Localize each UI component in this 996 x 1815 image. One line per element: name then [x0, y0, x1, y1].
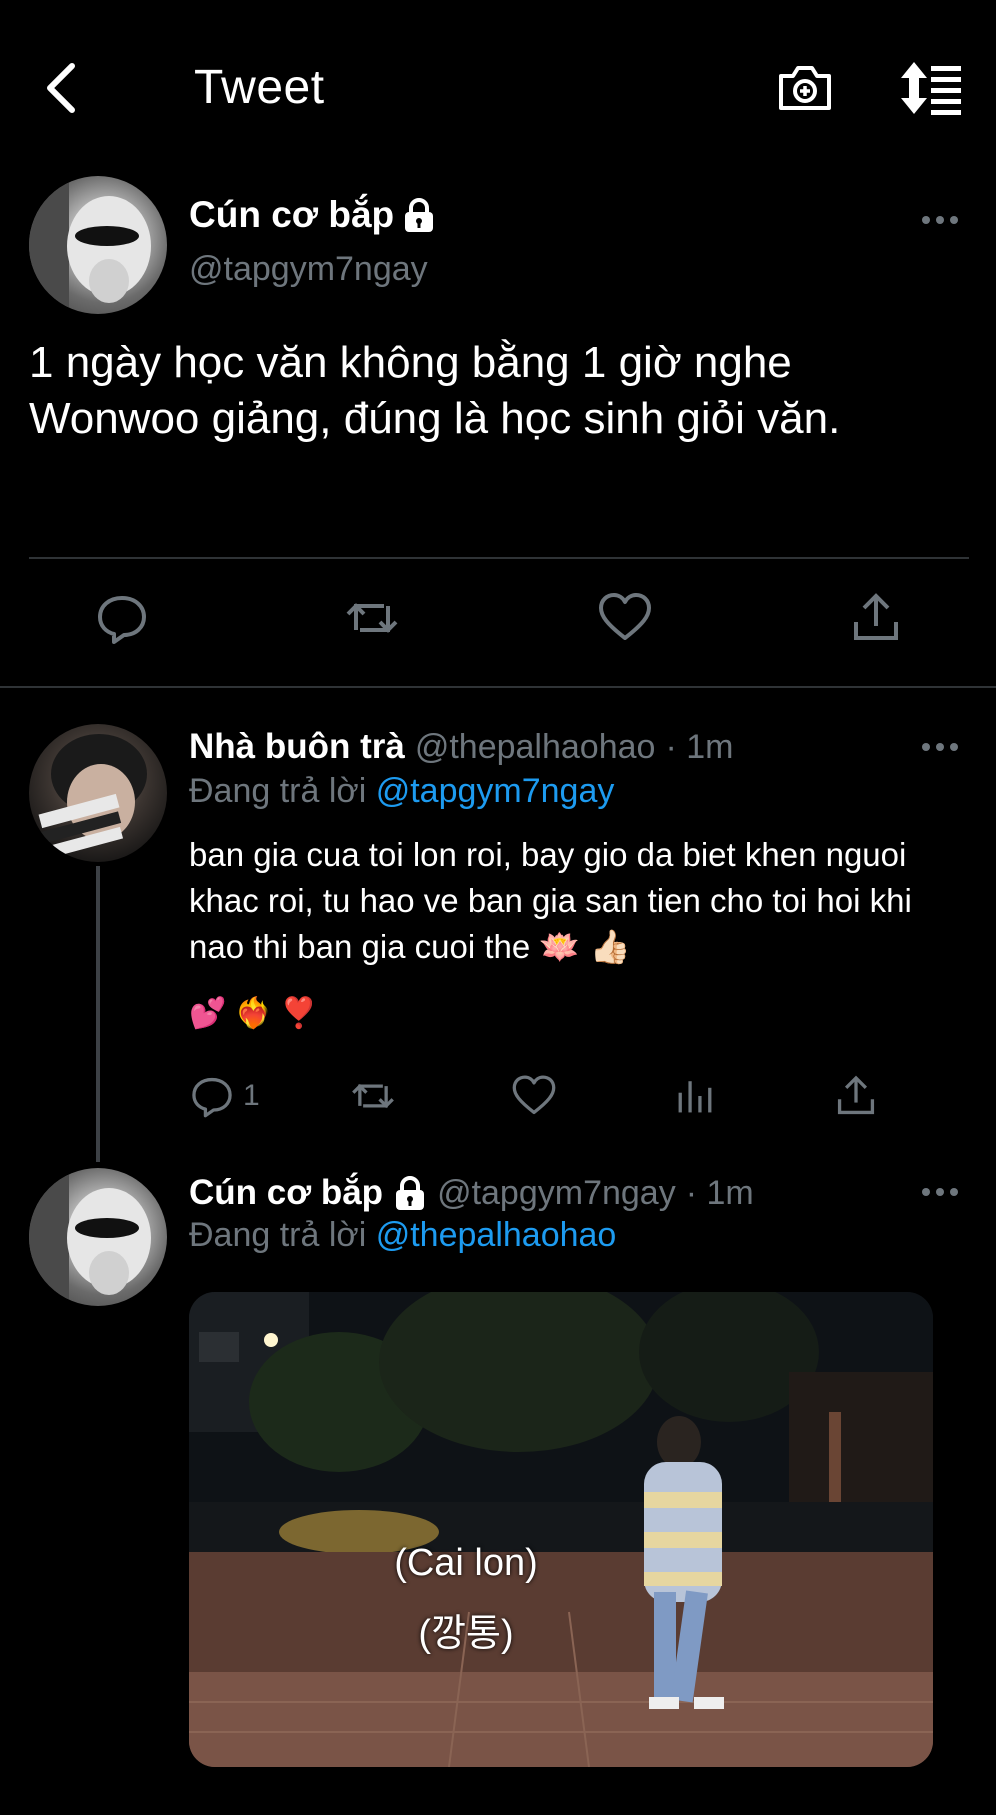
handle: @tapgym7ngay	[189, 250, 428, 288]
avatar[interactable]	[29, 1168, 167, 1306]
reply-count: 1	[243, 1079, 260, 1112]
tweet-actions	[0, 590, 996, 650]
analytics-icon	[678, 1081, 712, 1113]
reply-button[interactable]: 1	[189, 1072, 260, 1120]
reply-actions: 1	[0, 1072, 996, 1128]
media-video[interactable]: (Cai lon) (깡통)	[189, 1292, 933, 1767]
emoji-row: 💕 ❤️‍🔥 ❣️	[189, 997, 318, 1030]
replying-to: Đang trả lời @thepalhaohao	[189, 1216, 616, 1255]
timestamp: · 1m	[685, 1173, 754, 1212]
handle: @thepalhaohao	[414, 727, 656, 766]
retweet-icon[interactable]	[344, 590, 400, 646]
display-name[interactable]: Cún cơ bắp	[189, 194, 394, 236]
reply-text: ban gia cua toi lon roi, bay gio da biet…	[189, 836, 912, 965]
video-subtitle: (깡통)	[418, 1613, 514, 1655]
mention-link[interactable]: @thepalhaohao	[376, 1216, 617, 1254]
more-options-icon[interactable]	[920, 210, 960, 230]
replying-label: Đang trả lời	[189, 772, 367, 810]
divider	[29, 557, 969, 559]
more-options-icon[interactable]	[920, 1182, 960, 1202]
replying-label: Đang trả lời	[189, 1216, 367, 1254]
lock-icon	[402, 197, 436, 233]
like-icon[interactable]	[597, 590, 653, 646]
reply-header: Nhà buôn trà @thepalhaohao · 1m	[189, 724, 733, 770]
author-row: Cún cơ bắp	[189, 190, 436, 240]
divider	[0, 686, 996, 688]
handle: @tapgym7ngay	[437, 1173, 676, 1212]
display-name[interactable]: Nhà buôn trà	[189, 727, 405, 767]
camera-plus-icon[interactable]	[775, 58, 835, 118]
timestamp: · 1m	[665, 727, 734, 766]
retweet-icon	[352, 1083, 394, 1109]
video-frame	[189, 1292, 933, 1767]
top-bar: Tweet	[0, 0, 996, 175]
share-icon[interactable]	[848, 590, 904, 646]
analytics-button[interactable]	[672, 1072, 718, 1120]
more-options-icon[interactable]	[920, 737, 960, 757]
share-button[interactable]	[833, 1072, 879, 1120]
reply-icon	[192, 1077, 232, 1118]
retweet-button[interactable]	[350, 1072, 396, 1120]
lock-icon	[393, 1175, 427, 1211]
sort-replies-icon[interactable]	[897, 58, 967, 118]
video-subtitle: (Cai lon)	[394, 1542, 538, 1584]
share-icon	[837, 1075, 875, 1115]
avatar[interactable]	[29, 724, 167, 862]
reply-icon[interactable]	[94, 590, 150, 646]
like-button[interactable]	[511, 1072, 557, 1120]
reply-header: Cún cơ bắp @tapgym7ngay · 1m	[189, 1170, 754, 1216]
back-icon[interactable]	[40, 58, 84, 118]
replying-to: Đang trả lời @tapgym7ngay	[189, 772, 614, 811]
tweet-text: 1 ngày học văn không bằng 1 giờ nghe Won…	[29, 338, 841, 443]
display-name[interactable]: Cún cơ bắp	[189, 1173, 383, 1213]
like-icon	[512, 1075, 556, 1115]
tweet-detail-screen: Tweet Cún cơ bắp @tapgym7ngay 1 ngày học…	[0, 0, 996, 1815]
page-title: Tweet	[194, 61, 325, 114]
avatar[interactable]	[29, 176, 167, 314]
mention-link[interactable]: @tapgym7ngay	[376, 772, 615, 810]
